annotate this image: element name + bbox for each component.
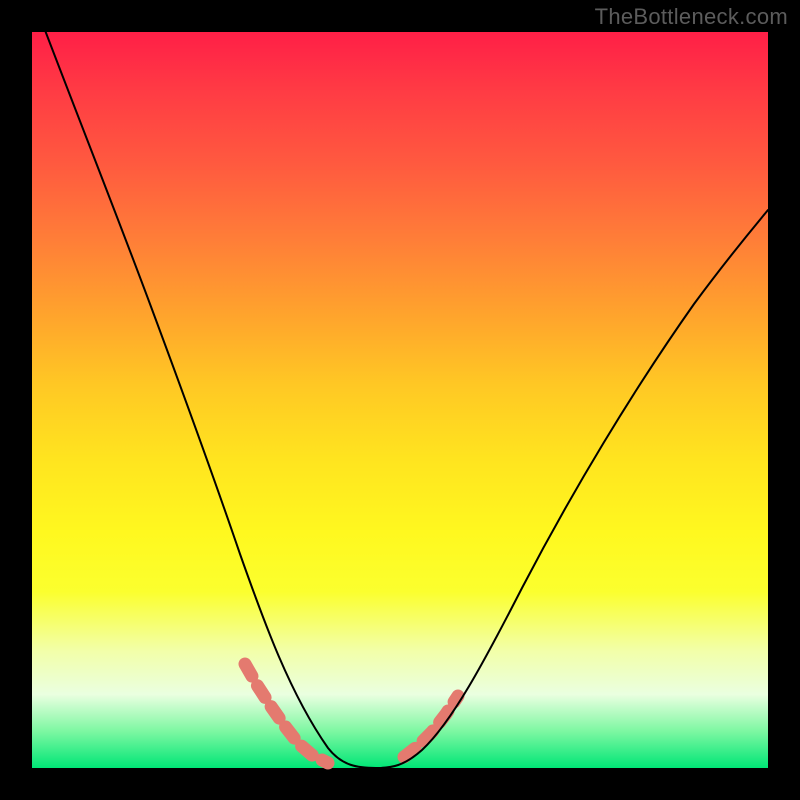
bottleneck-curve	[32, 0, 768, 768]
chart-svg-layer	[32, 32, 768, 768]
highlight-left-arm	[245, 664, 328, 763]
highlight-right-arm	[404, 696, 458, 757]
watermark-text: TheBottleneck.com	[595, 4, 788, 30]
